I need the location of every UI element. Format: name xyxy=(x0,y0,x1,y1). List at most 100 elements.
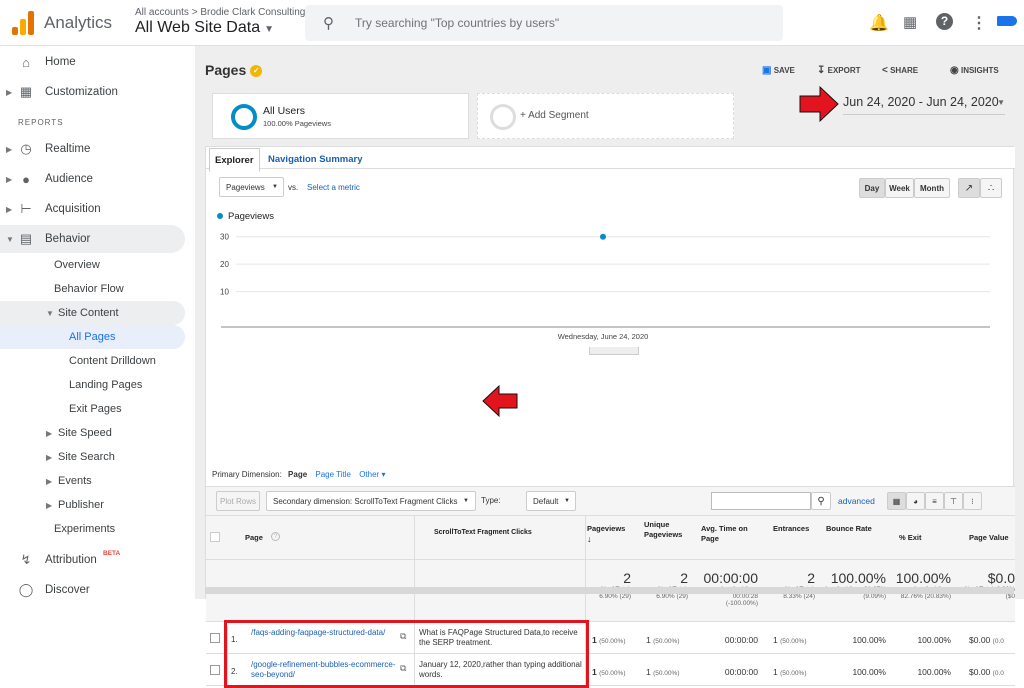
share-button[interactable]: < SHARE xyxy=(882,65,918,76)
dimension-page[interactable]: Page xyxy=(288,470,307,479)
metric-select[interactable]: Pageviews ▼ xyxy=(219,177,284,197)
x-tick-label: Wednesday, June 24, 2020 xyxy=(558,332,649,341)
table-view-performance[interactable]: ≡ xyxy=(925,492,944,510)
account-breadcrumb[interactable]: All accounts > Brodie Clark Consulting xyxy=(135,7,305,18)
sidebar-item-acquisition[interactable]: ▶ ⊢ Acquisition xyxy=(0,195,185,223)
month-button[interactable]: Month xyxy=(914,178,950,198)
lightbulb-icon: ◯ xyxy=(18,582,34,597)
sidebar-item-publisher[interactable]: ▶ Publisher xyxy=(0,493,185,517)
sidebar-item-attribution[interactable]: ↯ Attribution BETA xyxy=(0,546,185,574)
y-tick-label: 20 xyxy=(220,260,229,269)
plot-rows-button[interactable]: Plot Rows xyxy=(216,491,260,511)
sidebar-item-all-pages[interactable]: All Pages xyxy=(0,325,185,349)
sidebar-item-content-drilldown[interactable]: Content Drilldown xyxy=(0,349,185,373)
col-header-page-value[interactable]: Page Value xyxy=(969,533,1009,543)
chevron-down-icon: ▼ xyxy=(272,184,278,190)
person-icon: ● xyxy=(22,171,30,187)
day-button[interactable]: Day xyxy=(859,178,885,198)
primary-dimension-label: Primary Dimension: xyxy=(212,470,282,479)
add-segment-button[interactable]: + Add Segment xyxy=(477,93,734,139)
chevron-right-icon: ▶ xyxy=(6,204,13,214)
line-chart-toggle[interactable]: ↗ xyxy=(958,178,980,198)
chevron-down-icon: ▼ xyxy=(46,308,54,318)
sidebar-item-experiments[interactable]: Experiments xyxy=(0,517,185,541)
view-selector[interactable]: All Web Site Data ▼ xyxy=(135,19,274,37)
motion-chart-toggle[interactable]: ∴ xyxy=(980,178,1002,198)
dimension-other-link[interactable]: Other ▾ xyxy=(359,470,385,479)
search-icon: ⚲ xyxy=(323,15,334,32)
select-all-checkbox[interactable] xyxy=(210,532,220,542)
advanced-filter-link[interactable]: advanced xyxy=(838,496,875,506)
entrances-number: 1 xyxy=(773,635,778,645)
sidebar-item-customization[interactable]: ▶ ▦ Customization xyxy=(0,78,185,106)
sidebar-item-overview[interactable]: Overview xyxy=(0,252,185,278)
sidebar-item-realtime[interactable]: ▶ ◷ Realtime xyxy=(0,135,185,163)
search-box[interactable]: ⚲ Try searching "Top countries by users" xyxy=(305,5,783,41)
exit-value: 100.00% xyxy=(917,667,951,677)
segment-placeholder-icon xyxy=(490,104,516,130)
account-avatar[interactable] xyxy=(997,16,1017,26)
sidebar-item-label: Publisher xyxy=(58,499,104,511)
week-button[interactable]: Week xyxy=(885,178,914,198)
entrances-number: 1 xyxy=(773,667,778,677)
dimension-page-title-link[interactable]: Page Title xyxy=(315,470,351,479)
sidebar-item-landing-pages[interactable]: Landing Pages xyxy=(0,373,185,397)
secondary-dimension-select[interactable]: Secondary dimension: ScrollToText Fragme… xyxy=(266,491,476,511)
select-metric-link[interactable]: Select a metric xyxy=(307,183,360,192)
sidebar-item-events[interactable]: ▶ Events xyxy=(0,469,185,493)
sidebar-item-home[interactable]: ⌂ Home xyxy=(0,48,185,76)
more-vert-icon[interactable]: ⋮ xyxy=(971,13,987,33)
chart-collapse-handle[interactable] xyxy=(589,347,639,355)
tab-navigation-summary[interactable]: Navigation Summary xyxy=(268,154,363,165)
sidebar-item-label: Overview xyxy=(54,259,100,271)
apps-grid-icon[interactable]: ▦ xyxy=(903,13,917,31)
sidebar-item-site-content[interactable]: ▼ Site Content xyxy=(0,301,185,325)
app-name: Analytics xyxy=(44,13,113,32)
sidebar-item-behavior[interactable]: ▼ ▤ Behavior xyxy=(0,225,185,253)
verified-check-icon: ✓ xyxy=(250,65,263,78)
insights-button[interactable]: ◉ INSIGHTS xyxy=(950,65,999,76)
table-view-data[interactable]: ▦ xyxy=(887,492,906,510)
sidebar-item-label: Events xyxy=(58,475,92,487)
sidebar-item-site-speed[interactable]: ▶ Site Speed xyxy=(0,421,185,445)
col-header-unique-pageviews[interactable]: Unique Pageviews xyxy=(644,520,690,540)
help-icon[interactable]: ? xyxy=(936,13,953,30)
analytics-logo-icon[interactable] xyxy=(12,11,34,35)
col-header-exit[interactable]: % Exit xyxy=(899,533,922,543)
bell-icon[interactable]: 🔔 xyxy=(869,13,889,33)
col-header-avg-time[interactable]: Avg. Time on Page xyxy=(701,524,756,544)
share-label: SHARE xyxy=(890,66,919,75)
horizontal-scrollbar[interactable] xyxy=(205,587,1014,594)
behavior-icon: ▤ xyxy=(19,231,33,246)
table-view-pivot[interactable]: ⁝ xyxy=(963,492,982,510)
date-range-picker[interactable]: Jun 24, 2020 - Jun 24, 2020 ▼ xyxy=(843,95,1005,115)
col-header-bounce-rate[interactable]: Bounce Rate xyxy=(826,524,872,534)
tab-explorer[interactable]: Explorer xyxy=(209,148,260,172)
data-point[interactable] xyxy=(600,233,606,240)
sidebar-item-exit-pages[interactable]: Exit Pages xyxy=(0,397,185,421)
sidebar-item-audience[interactable]: ▶ ● Audience xyxy=(0,165,185,193)
col-header-scrolltotext[interactable]: ScrollToText Fragment Clicks xyxy=(434,528,532,538)
row-checkbox[interactable] xyxy=(210,665,220,675)
page-title-text: Pages xyxy=(205,62,247,78)
sidebar-item-site-search[interactable]: ▶ Site Search xyxy=(0,445,185,469)
chevron-down-icon: ▼ xyxy=(463,498,469,504)
grid-icon: ▦ xyxy=(892,496,901,506)
export-button[interactable]: ↧ EXPORT xyxy=(817,65,861,76)
y-tick-label: 30 xyxy=(220,233,229,242)
table-view-pie[interactable]: ◕ xyxy=(906,492,925,510)
col-header-pageviews[interactable]: Pageviews ↓ xyxy=(587,524,631,545)
col-header-entrances[interactable]: Entrances xyxy=(773,524,809,534)
table-search-button[interactable]: ⚲ xyxy=(811,492,831,510)
chevron-right-icon: ▶ xyxy=(46,428,53,438)
col-header-page[interactable]: Page xyxy=(245,533,263,543)
table-view-comparison[interactable]: ⊤ xyxy=(944,492,963,510)
save-button[interactable]: ▣ SAVE xyxy=(762,65,795,76)
sidebar-item-behavior-flow[interactable]: Behavior Flow xyxy=(0,276,185,302)
sort-type-select[interactable]: Default ▼ xyxy=(526,491,576,511)
table-search-input[interactable] xyxy=(711,492,811,510)
segment-all-users[interactable]: All Users 100.00% Pageviews xyxy=(212,93,469,139)
sidebar-item-discover[interactable]: ◯ Discover xyxy=(0,576,185,604)
row-checkbox[interactable] xyxy=(210,633,220,643)
primary-dimension-bar: Primary Dimension: Page Page Title Other… xyxy=(212,470,385,479)
